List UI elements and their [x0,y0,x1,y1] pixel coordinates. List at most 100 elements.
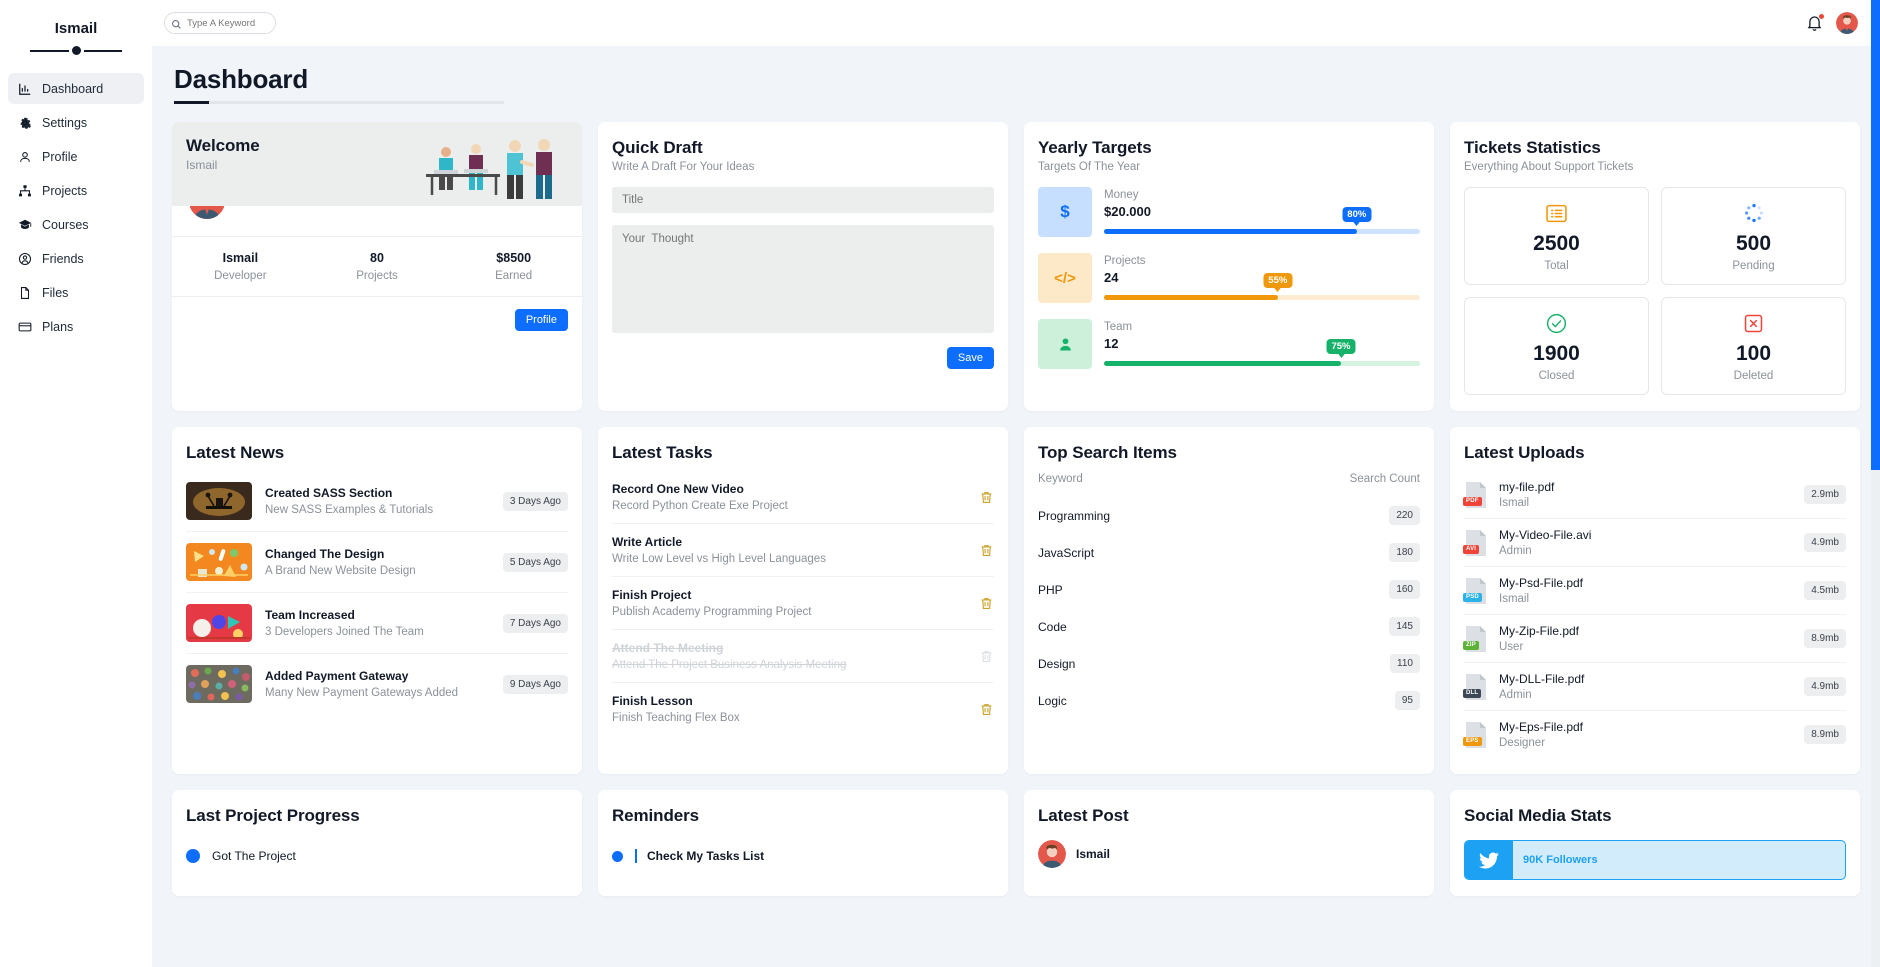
news-row[interactable]: Team Increased 3 Developers Joined The T… [186,593,568,654]
search-row: Logic 95 [1038,682,1420,719]
trash-icon[interactable] [979,490,994,505]
sidebar-item-friends[interactable]: Friends [8,243,144,274]
quick-draft-footer: Save [612,347,994,369]
sidebar-item-profile[interactable]: Profile [8,141,144,172]
col-keyword: Keyword [1038,473,1083,485]
upload-row[interactable]: DLL My-DLL-File.pdf Admin 4.9mb [1463,663,1846,711]
file-owner: Ismail [1499,593,1530,605]
search-count: 180 [1389,543,1420,562]
welcome-card: Welcome Ismail Ismail Developer 80 Proje… [172,122,582,411]
dashboard-content[interactable]: Dashboard Welcome Ismail Ismail Develope… [152,46,1880,967]
task-row[interactable]: Finish Project Publish Academy Programmi… [612,577,994,630]
task-row[interactable]: Finish Lesson Finish Teaching Flex Box [612,683,994,735]
brand-title: Ismail [54,20,98,37]
file-type-tag: PSD [1463,592,1482,602]
search-row: JavaScript 180 [1038,534,1420,571]
search-keyword: Design [1038,656,1076,671]
sidebar-item-label: Dashboard [42,81,104,96]
task-row[interactable]: Record One New Video Record Python Creat… [612,471,994,524]
brand-divider [8,43,144,59]
reminders-title: Reminders [612,806,699,825]
task-title: Attend The Meeting [612,641,724,655]
upload-row[interactable]: AVI My-Video-File.avi Admin 4.9mb [1463,519,1846,567]
save-button[interactable]: Save [946,347,994,369]
quick-draft-card: Quick Draft Write A Draft For Your Ideas… [598,122,1008,411]
target-label: Team [1104,321,1133,333]
file-owner: Admin [1499,545,1532,557]
upload-row[interactable]: PDF my-file.pdf Ismail 2.9mb [1463,471,1846,519]
trash-icon[interactable] [979,702,994,717]
notifications-button[interactable] [1806,12,1825,33]
search-count: 95 [1394,691,1420,710]
news-desc: 3 Developers Joined The Team [265,626,424,638]
search-row: Code 145 [1038,608,1420,645]
reminders-card: Reminders Check My Tasks List [598,790,1008,896]
latest-tasks-title: Latest Tasks [612,443,713,462]
target-row-projects: </> Projects 24 55% [1038,253,1420,303]
news-desc: A Brand New Website Design [265,565,416,577]
search-box[interactable] [164,12,276,34]
last-project-progress-card: Last Project Progress Got The Project [172,790,582,896]
times-square-icon [1668,311,1839,335]
sidebar-item-projects[interactable]: Projects [8,175,144,206]
trash-icon[interactable] [979,649,994,664]
task-title: Record One New Video [612,482,744,496]
sidebar-item-files[interactable]: Files [8,277,144,308]
task-row[interactable]: Write Article Write Low Level vs High Le… [612,524,994,577]
ticket-box-total[interactable]: 2500 Total [1464,187,1649,285]
news-title: Team Increased [265,608,355,622]
ticket-box-deleted[interactable]: 100 Deleted [1661,297,1846,395]
news-title: Created SASS Section [265,486,393,500]
welcome-stat: $8500 Earned [445,251,582,282]
sidebar-item-settings[interactable]: Settings [8,107,144,138]
spinner-icon [1668,201,1839,225]
sidebar-item-courses[interactable]: Courses [8,209,144,240]
news-desc: New SASS Examples & Tutorials [265,504,434,516]
news-row[interactable]: Changed The Design A Brand New Website D… [186,532,568,593]
welcome-footer: Profile [172,297,582,347]
yearly-targets-subtitle: Targets Of The Year [1038,161,1141,173]
avatar[interactable] [1836,12,1858,34]
news-row[interactable]: Created SASS Section New SASS Examples &… [186,471,568,532]
title-underline [174,101,504,104]
upload-row[interactable]: ZIP My-Zip-File.pdf User 8.9mb [1463,615,1846,663]
welcome-stat: Ismail Developer [172,251,309,282]
trash-icon[interactable] [979,543,994,558]
credit-card-icon [17,319,32,334]
news-row[interactable]: Added Payment Gateway Many New Payment G… [186,654,568,714]
sitemap-icon [17,183,32,198]
welcome-stat-label: Earned [495,270,533,282]
main-area: Dashboard Welcome Ismail [152,0,1880,967]
file-icon [17,285,32,300]
profile-button[interactable]: Profile [514,309,568,331]
target-value: 12 [1104,336,1119,351]
file-name: my-file.pdf [1499,480,1555,494]
ticket-box-pending[interactable]: 500 Pending [1661,187,1846,285]
file-icon: EPS [1463,721,1488,749]
upload-row[interactable]: PSD My-Psd-File.pdf Ismail 4.5mb [1463,567,1846,615]
ticket-box-closed[interactable]: 1900 Closed [1464,297,1649,395]
list-icon [1471,201,1642,225]
search-row: PHP 160 [1038,571,1420,608]
sidebar-item-label: Files [42,285,69,300]
tickets-title: Tickets Statistics [1464,138,1601,157]
welcome-stat-label: Projects [356,270,398,282]
file-owner: Ismail [1499,497,1530,509]
sidebar-item-dashboard[interactable]: Dashboard [8,73,144,104]
progress-dot-icon [186,849,200,863]
upload-row[interactable]: EPS My-Eps-File.pdf Designer 8.9mb [1463,711,1846,758]
social-row-twitter[interactable]: 90K Followers [1464,840,1846,880]
post-header: Ismail [1038,840,1420,868]
draft-title-input[interactable] [612,187,994,213]
news-desc: Many New Payment Gateways Added [265,687,459,699]
trash-icon[interactable] [979,596,994,611]
news-time: 7 Days Ago [502,613,568,633]
draft-body-textarea[interactable] [612,225,994,333]
ticket-label: Closed [1538,370,1575,382]
target-progress-bar: 55% [1104,273,1420,300]
task-row[interactable]: Attend The Meeting Attend The Project Bu… [612,630,994,683]
welcome-title: Welcome [186,136,260,155]
search-row: Programming 220 [1038,497,1420,534]
sidebar-item-plans[interactable]: Plans [8,311,144,342]
file-owner: Designer [1499,737,1546,749]
